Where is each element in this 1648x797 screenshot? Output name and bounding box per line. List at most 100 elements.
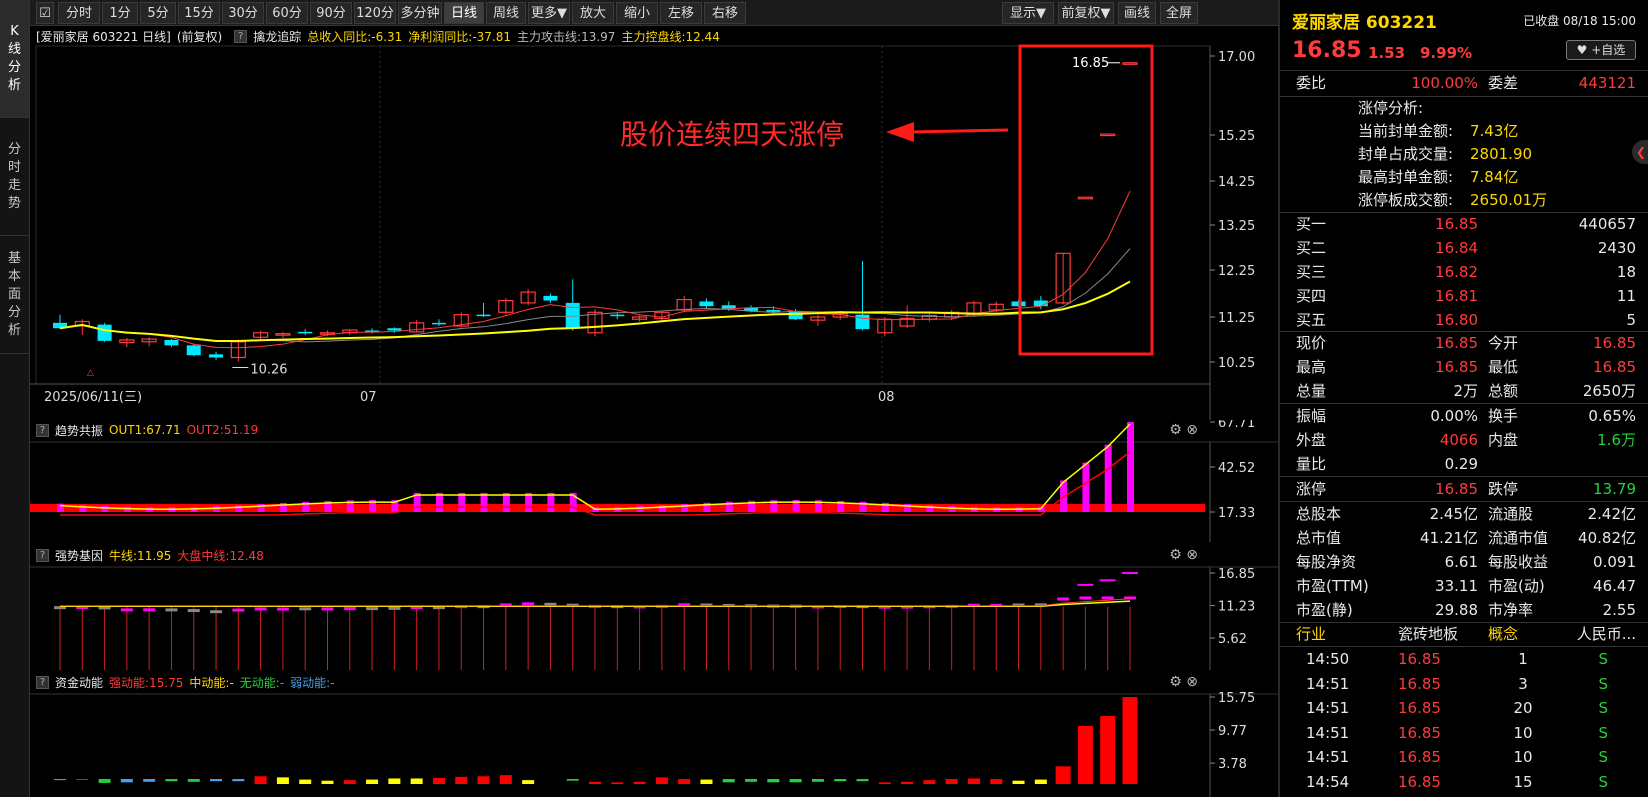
toolbar-btn-9[interactable]: 日线 bbox=[444, 2, 484, 24]
candle-body bbox=[164, 339, 179, 346]
tick-side: S bbox=[1598, 650, 1608, 668]
quote-label: 总股本 bbox=[1296, 505, 1342, 523]
quote-value2: 13.79 bbox=[1593, 480, 1636, 498]
bid-row: 买四 16.81 11 bbox=[1280, 284, 1648, 308]
toolbar-btn-14[interactable]: 左移 bbox=[660, 2, 702, 24]
fund-bar bbox=[678, 779, 691, 784]
quote-label2: 最低 bbox=[1488, 358, 1519, 376]
tab-char: 基 bbox=[7, 250, 21, 266]
trend-indicator-panel[interactable]: ? 趋势共振 OUT1:67.71 OUT2:51.19 ⚙ ⊗ 67.71 42… bbox=[30, 420, 1278, 542]
fund-bar bbox=[210, 779, 223, 782]
quote-label: 涨停 bbox=[1296, 480, 1327, 498]
gene-mark bbox=[232, 608, 245, 612]
toolbar-btn-4[interactable]: 30分 bbox=[222, 2, 264, 24]
fund-bar bbox=[120, 779, 133, 783]
quote-value: 16.85 bbox=[1435, 480, 1478, 498]
tick-volume: 3 bbox=[1518, 674, 1528, 693]
tick-time: 14:51 bbox=[1306, 748, 1350, 766]
quote-label2: 内盘 bbox=[1488, 431, 1519, 449]
quote-value: 16.85 bbox=[1435, 358, 1478, 376]
kline-chart[interactable]: [爱丽家居 603221 日线] (前复权) ? 擒龙追踪 总收入同比:-6.3… bbox=[30, 26, 1278, 420]
price-change: 1.53 bbox=[1368, 44, 1406, 62]
candle-body bbox=[186, 345, 201, 356]
gene-mark bbox=[1057, 597, 1070, 601]
highlight-box bbox=[1018, 44, 1154, 356]
tick-price: 16.85 bbox=[1398, 650, 1441, 668]
candle-body bbox=[699, 301, 714, 307]
tick-price: 16.85 bbox=[1398, 748, 1441, 766]
toolbar-btn-8[interactable]: 多分钟 bbox=[398, 2, 442, 24]
candle-body bbox=[1077, 196, 1094, 200]
y-tick-label: 11.23 bbox=[1218, 600, 1255, 615]
zt-value: 7.84亿 bbox=[1470, 168, 1519, 186]
tab-fundamental-analysis[interactable]: 基本面分析 bbox=[0, 236, 29, 354]
toolbar-right-btn-2[interactable]: 画线 bbox=[1118, 2, 1156, 24]
toolbar-btn-15[interactable]: 右移 bbox=[704, 2, 746, 24]
bid-row: 买一 16.85 440657 bbox=[1280, 212, 1648, 236]
tab-kline-analysis[interactable]: K线分析 bbox=[0, 0, 29, 118]
toolbar-btn-0[interactable]: 分时 bbox=[58, 2, 100, 24]
candle-body bbox=[476, 314, 491, 317]
toolbar-right-btn-0[interactable]: 显示▼ bbox=[1002, 2, 1054, 24]
y-tick-label: 16.85 bbox=[1218, 567, 1255, 582]
toolbar-btn-12[interactable]: 放大 bbox=[572, 2, 614, 24]
fund-bar bbox=[254, 776, 267, 784]
toolbar-btn-3[interactable]: 15分 bbox=[178, 2, 220, 24]
toolbar-right-btn-3[interactable]: 全屏 bbox=[1160, 2, 1198, 24]
fund-bar bbox=[1034, 779, 1047, 784]
fund-bar bbox=[1055, 766, 1071, 784]
tab-intraday-trend[interactable]: 分时走势 bbox=[0, 118, 29, 236]
quote-value2: 46.47 bbox=[1593, 577, 1636, 595]
strong-svg: 16.85 11.23 5.62 bbox=[30, 566, 1278, 670]
fund-bar bbox=[477, 776, 490, 784]
fund-bar bbox=[811, 779, 824, 782]
gene-mark bbox=[299, 607, 312, 611]
quote-value2: 2650万 bbox=[1582, 382, 1636, 400]
quote-value: 2.45亿 bbox=[1429, 505, 1478, 523]
quote-row: 市盈(静) 29.88 市净率 2.55 bbox=[1280, 598, 1648, 622]
tab-char: 走 bbox=[7, 177, 21, 193]
trend-bar bbox=[1104, 444, 1112, 512]
toolbar-btn-6[interactable]: 90分 bbox=[310, 2, 352, 24]
high-label: 16.85 bbox=[1072, 56, 1109, 71]
gene-mark bbox=[187, 609, 200, 613]
tick-row: 14:51 16.85 10 S bbox=[1280, 721, 1648, 745]
trend-bar bbox=[101, 505, 109, 512]
bid-volume: 440657 bbox=[1578, 215, 1636, 233]
tick-row: 14:51 16.85 10 S bbox=[1280, 745, 1648, 769]
strong-gene-panel[interactable]: ? 强势基因 牛线:11.95 大盘中线:12.48 ⚙ ⊗ 16.85 11.2… bbox=[30, 545, 1278, 670]
add-watchlist-button[interactable]: ♥ +自选 bbox=[1566, 40, 1636, 60]
tick-row: 14:51 16.85 20 S bbox=[1280, 696, 1648, 720]
gene-mark bbox=[254, 607, 267, 611]
bid-price: 16.80 bbox=[1435, 311, 1478, 329]
toolbar-btn-7[interactable]: 120分 bbox=[354, 2, 396, 24]
trend-bar bbox=[235, 505, 243, 512]
quote-value2: 1.6万 bbox=[1597, 431, 1636, 449]
fund-bar bbox=[143, 779, 156, 782]
toolbar-btn-2[interactable]: 5分 bbox=[140, 2, 176, 24]
quote-row: 每股净资 6.61 每股收益 0.091 bbox=[1280, 550, 1648, 574]
toolbar-right-btn-1[interactable]: 前复权▼ bbox=[1058, 2, 1114, 24]
toolbar-btn-1[interactable]: 1分 bbox=[102, 2, 138, 24]
fund-bar bbox=[633, 781, 646, 784]
toolbar-btn-5[interactable]: 60分 bbox=[266, 2, 308, 24]
fund-bar bbox=[967, 778, 980, 784]
weibi-value: 100.00% bbox=[1411, 74, 1478, 92]
bid-label: 买四 bbox=[1296, 287, 1327, 305]
fund-bar bbox=[745, 779, 758, 782]
quote-value: 41.21亿 bbox=[1420, 529, 1478, 547]
tab-char: 线 bbox=[7, 41, 21, 57]
toolbar-btn-10[interactable]: 周线 bbox=[486, 2, 526, 24]
quote-value2: 2.55 bbox=[1602, 601, 1636, 619]
toolbar-btn-13[interactable]: 缩小 bbox=[616, 2, 658, 24]
zt-row: 最高封单金额: 7.84亿 bbox=[1280, 165, 1648, 189]
candle-body bbox=[1122, 62, 1138, 65]
fund-bar bbox=[366, 779, 379, 784]
toolbar-btn-11[interactable]: 更多▼ bbox=[528, 2, 570, 24]
gene-mark bbox=[120, 608, 133, 612]
last-price: 16.85 bbox=[1292, 38, 1362, 63]
zt-label: 当前封单金额: bbox=[1358, 122, 1454, 140]
checkbox-icon[interactable]: ☑ bbox=[36, 2, 54, 24]
fund-bar bbox=[856, 779, 869, 782]
fund-momentum-panel[interactable]: ? 资金动能 强动能:15.75 中动能:- 无动能:- 弱动能:- ⚙ ⊗ 1… bbox=[30, 672, 1278, 797]
